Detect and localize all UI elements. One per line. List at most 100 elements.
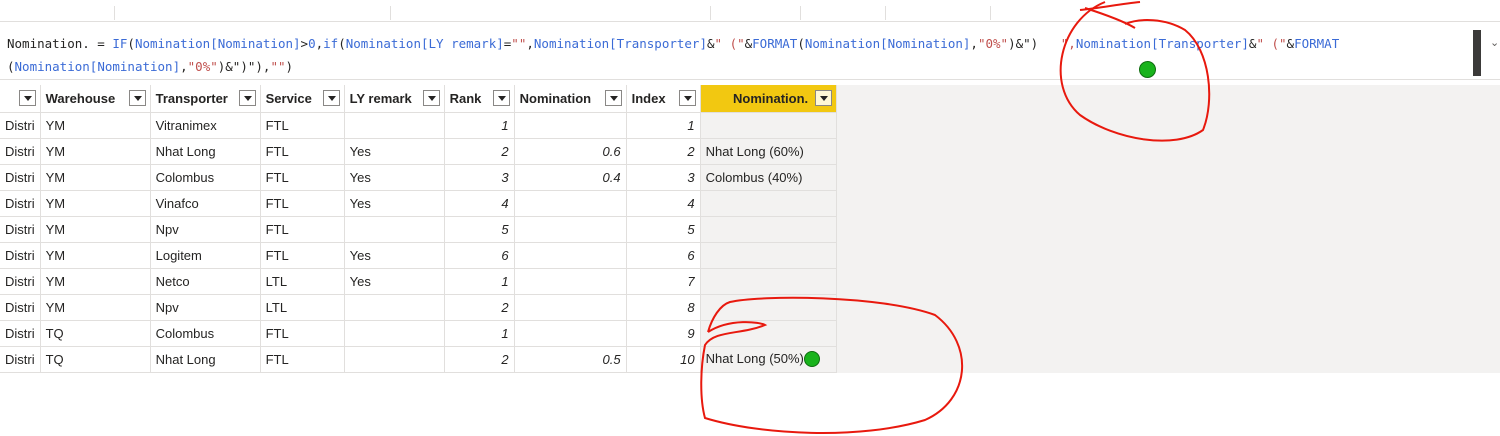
table-cell[interactable]: Colombus (40%) bbox=[700, 164, 837, 191]
table-cell[interactable]: 4 bbox=[626, 190, 701, 217]
table-row[interactable]: Distri YM Vitranimex FTL 1 1 bbox=[0, 112, 837, 139]
table-cell[interactable] bbox=[700, 216, 837, 243]
table-cell[interactable]: 5 bbox=[444, 216, 515, 243]
table-cell[interactable]: Vitranimex bbox=[150, 112, 261, 139]
table-cell[interactable]: Nhat Long (50%) bbox=[700, 346, 837, 373]
table-cell[interactable]: Distri bbox=[0, 190, 41, 217]
column-header-index[interactable]: Index bbox=[626, 85, 701, 113]
table-cell[interactable]: 2 bbox=[444, 138, 515, 165]
filter-dropdown-icon[interactable] bbox=[678, 90, 696, 106]
table-cell[interactable]: Distri bbox=[0, 112, 41, 139]
table-cell[interactable] bbox=[514, 320, 627, 347]
filter-dropdown-icon[interactable] bbox=[492, 90, 510, 106]
table-cell[interactable]: 7 bbox=[626, 268, 701, 295]
table-cell[interactable] bbox=[344, 112, 445, 139]
table-cell[interactable] bbox=[700, 112, 837, 139]
column-header-nomination[interactable]: Nomination. bbox=[700, 85, 837, 113]
table-row[interactable]: Distri YM Netco LTL Yes 1 7 bbox=[0, 268, 837, 295]
table-cell[interactable]: Distri bbox=[0, 138, 41, 165]
table-cell[interactable]: 4 bbox=[444, 190, 515, 217]
filter-dropdown-icon[interactable] bbox=[604, 90, 622, 106]
column-header-warehouse[interactable]: Warehouse bbox=[40, 85, 151, 113]
filter-dropdown-icon[interactable] bbox=[814, 90, 832, 106]
table-cell[interactable]: 2 bbox=[626, 138, 701, 165]
table-cell[interactable]: Yes bbox=[344, 190, 445, 217]
column-header-service[interactable]: Service bbox=[260, 85, 345, 113]
table-cell[interactable]: TQ bbox=[40, 320, 151, 347]
table-cell[interactable]: Distri bbox=[0, 242, 41, 269]
table-cell[interactable]: 2 bbox=[444, 346, 515, 373]
table-row[interactable]: Distri YM Vinafco FTL Yes 4 4 bbox=[0, 190, 837, 217]
table-cell[interactable] bbox=[700, 242, 837, 269]
table-cell[interactable] bbox=[700, 320, 837, 347]
table-cell[interactable]: YM bbox=[40, 112, 151, 139]
column-header-rank[interactable]: Rank bbox=[444, 85, 515, 113]
formula-bar[interactable]: Nomination. = IF(Nomination[Nomination]>… bbox=[0, 28, 1500, 80]
table-cell[interactable]: Vinafco bbox=[150, 190, 261, 217]
table-cell[interactable]: YM bbox=[40, 138, 151, 165]
table-cell[interactable]: LTL bbox=[260, 294, 345, 321]
table-cell[interactable]: 1 bbox=[444, 268, 515, 295]
table-cell[interactable]: FTL bbox=[260, 190, 345, 217]
table-cell[interactable] bbox=[514, 112, 627, 139]
table-cell[interactable]: Yes bbox=[344, 268, 445, 295]
table-cell[interactable] bbox=[514, 242, 627, 269]
table-cell[interactable]: FTL bbox=[260, 112, 345, 139]
table-cell[interactable]: LTL bbox=[260, 268, 345, 295]
table-cell[interactable] bbox=[514, 294, 627, 321]
table-cell[interactable]: FTL bbox=[260, 320, 345, 347]
table-cell[interactable]: 6 bbox=[444, 242, 515, 269]
table-cell[interactable]: YM bbox=[40, 242, 151, 269]
filter-dropdown-icon[interactable] bbox=[238, 90, 256, 106]
table-cell[interactable]: 1 bbox=[626, 112, 701, 139]
table-cell[interactable]: 9 bbox=[626, 320, 701, 347]
table-cell[interactable]: 3 bbox=[444, 164, 515, 191]
table-row[interactable]: Distri YM Npv FTL 5 5 bbox=[0, 216, 837, 243]
table-cell[interactable]: FTL bbox=[260, 138, 345, 165]
table-cell[interactable]: FTL bbox=[260, 216, 345, 243]
table-row[interactable]: Distri YM Nhat Long FTL Yes 2 0.6 2 Nhat Long (6… bbox=[0, 138, 837, 165]
filter-dropdown-icon[interactable] bbox=[322, 90, 340, 106]
table-cell[interactable] bbox=[344, 346, 445, 373]
filter-dropdown-icon[interactable] bbox=[128, 90, 146, 106]
table-cell[interactable]: YM bbox=[40, 216, 151, 243]
table-row[interactable]: Distri YM Npv LTL 2 8 bbox=[0, 294, 837, 321]
table-cell[interactable]: Distri bbox=[0, 268, 41, 295]
table-cell[interactable]: Netco bbox=[150, 268, 261, 295]
table-cell[interactable] bbox=[514, 268, 627, 295]
table-cell[interactable] bbox=[344, 294, 445, 321]
filter-dropdown-icon[interactable] bbox=[422, 90, 440, 106]
table-cell[interactable]: Distri bbox=[0, 164, 41, 191]
table-cell[interactable] bbox=[344, 320, 445, 347]
column-header-nomination[interactable]: Nomination bbox=[514, 85, 627, 113]
table-cell[interactable]: 5 bbox=[626, 216, 701, 243]
table-cell[interactable]: FTL bbox=[260, 346, 345, 373]
table-cell[interactable]: 3 bbox=[626, 164, 701, 191]
column-header-ly-remark[interactable]: LY remark bbox=[344, 85, 445, 113]
table-cell[interactable]: 8 bbox=[626, 294, 701, 321]
formula-text[interactable]: Nomination. = IF(Nomination[Nomination]>… bbox=[7, 32, 1467, 78]
table-cell[interactable]: Distri bbox=[0, 320, 41, 347]
table-row[interactable]: Distri YM Logitem FTL Yes 6 6 bbox=[0, 242, 837, 269]
table-cell[interactable]: Colombus bbox=[150, 320, 261, 347]
table-cell[interactable]: 1 bbox=[444, 112, 515, 139]
table-cell[interactable]: Nhat Long bbox=[150, 138, 261, 165]
table-row[interactable]: Distri TQ Colombus FTL 1 9 bbox=[0, 320, 837, 347]
table-cell[interactable]: 0.4 bbox=[514, 164, 627, 191]
table-cell[interactable]: Npv bbox=[150, 294, 261, 321]
table-cell[interactable]: YM bbox=[40, 294, 151, 321]
table-cell[interactable]: YM bbox=[40, 164, 151, 191]
table-cell[interactable]: 0.6 bbox=[514, 138, 627, 165]
filter-dropdown-icon[interactable] bbox=[18, 90, 36, 106]
table-cell[interactable]: 1 bbox=[444, 320, 515, 347]
table-cell[interactable] bbox=[514, 216, 627, 243]
table-cell[interactable]: 6 bbox=[626, 242, 701, 269]
table-cell[interactable]: YM bbox=[40, 268, 151, 295]
table-cell[interactable]: 0.5 bbox=[514, 346, 627, 373]
table-cell[interactable]: Nhat Long (60%) bbox=[700, 138, 837, 165]
table-row[interactable]: Distri YM Colombus FTL Yes 3 0.4 3 Colombus (40%… bbox=[0, 164, 837, 191]
column-header-transporter[interactable]: Transporter bbox=[150, 85, 261, 113]
table-cell[interactable] bbox=[514, 190, 627, 217]
table-cell[interactable] bbox=[344, 216, 445, 243]
table-cell[interactable]: Yes bbox=[344, 138, 445, 165]
